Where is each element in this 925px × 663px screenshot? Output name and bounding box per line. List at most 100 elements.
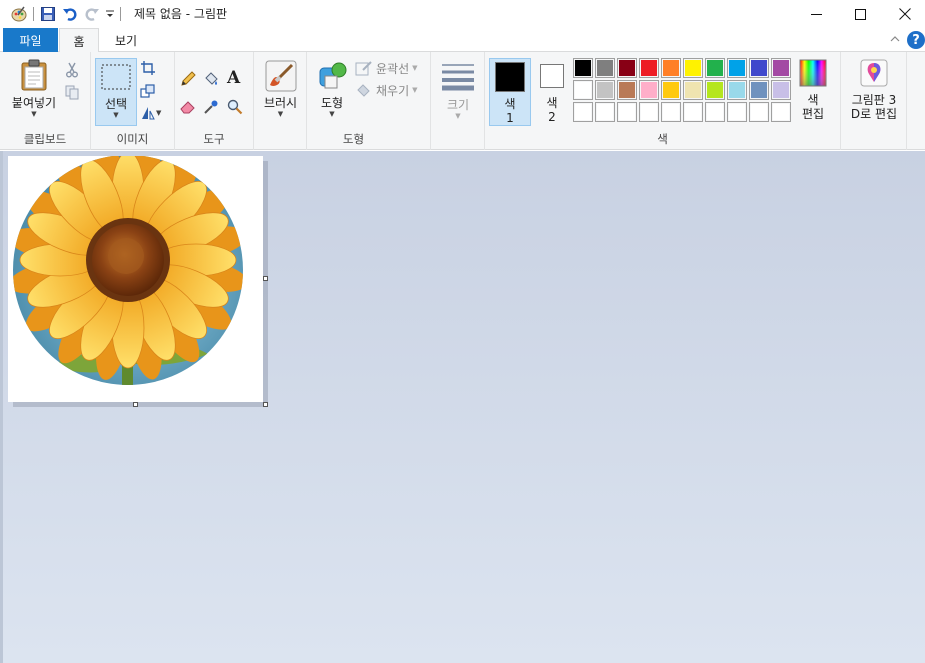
palette-swatch[interactable]	[683, 58, 703, 78]
resize-handle-bottom[interactable]	[133, 402, 138, 407]
brush-icon	[264, 58, 298, 94]
palette-swatch[interactable]	[771, 102, 791, 122]
palette-swatch-fill	[685, 82, 701, 98]
palette-swatch[interactable]	[661, 80, 681, 100]
palette-swatch-fill	[619, 60, 635, 76]
palette-swatch[interactable]	[573, 80, 593, 100]
palette-swatch[interactable]	[749, 80, 769, 100]
palette-swatch[interactable]	[683, 80, 703, 100]
outline-button[interactable]: 윤곽선 ▼	[355, 59, 418, 77]
paste-button[interactable]: 붙여넣기 ▼	[6, 58, 62, 126]
save-icon[interactable]	[37, 4, 59, 24]
resize-handle-right[interactable]	[263, 276, 268, 281]
paint-bucket-icon	[205, 72, 218, 85]
redo-icon[interactable]	[81, 4, 103, 24]
chevron-down-icon: ▼	[277, 110, 284, 118]
line-size-icon	[440, 58, 476, 94]
palette-swatch-fill	[773, 104, 789, 120]
palette-swatch-fill	[641, 104, 657, 120]
edit-colors-button[interactable]: 색 편집	[795, 58, 831, 126]
close-button[interactable]	[882, 0, 925, 28]
brushes-button[interactable]: 브러시 ▼	[258, 58, 303, 126]
palette-swatch[interactable]	[617, 80, 637, 100]
resize-handle-corner[interactable]	[263, 402, 268, 407]
group-label-shapes: 도형	[342, 132, 365, 146]
palette-swatch-fill	[597, 60, 613, 76]
palette-swatch[interactable]	[617, 102, 637, 122]
palette-swatch-fill	[707, 104, 723, 120]
color1-button[interactable]: 색 1	[489, 58, 531, 126]
fill-button[interactable]	[203, 69, 223, 89]
palette-swatch-fill	[707, 82, 723, 98]
palette-swatch[interactable]	[573, 58, 593, 78]
palette-swatch[interactable]	[749, 58, 769, 78]
chevron-down-icon: ▼	[455, 112, 461, 120]
qat-separator	[33, 7, 34, 21]
fill-shape-button[interactable]: 채우기 ▼	[355, 81, 418, 99]
palette-swatch[interactable]	[727, 58, 747, 78]
palette-swatch-fill	[663, 104, 679, 120]
palette-swatch[interactable]	[595, 102, 615, 122]
palette-swatch[interactable]	[661, 102, 681, 122]
minimize-button[interactable]	[793, 0, 839, 28]
palette-swatch[interactable]	[771, 80, 791, 100]
undo-icon[interactable]	[59, 4, 81, 24]
copy-button[interactable]	[64, 82, 84, 102]
shapes-button[interactable]: 도형 ▼	[311, 58, 353, 126]
paint-app-icon[interactable]	[8, 4, 30, 24]
paste-label: 붙여넣기	[11, 96, 57, 110]
cut-button[interactable]	[64, 60, 84, 80]
color2-button[interactable]: 색 2	[535, 58, 569, 126]
shapes-label: 도형	[320, 96, 344, 110]
tab-file[interactable]: 파일	[3, 28, 58, 52]
palette-swatch[interactable]	[617, 58, 637, 78]
copy-icon	[65, 85, 79, 100]
palette-swatch[interactable]	[683, 102, 703, 122]
tab-view[interactable]: 보기	[101, 28, 151, 52]
palette-swatch[interactable]	[595, 58, 615, 78]
color-spectrum-icon	[798, 58, 828, 88]
pencil-button[interactable]	[180, 69, 200, 89]
palette-swatch[interactable]	[639, 80, 659, 100]
tab-home[interactable]: 홈	[59, 28, 99, 53]
left-edge	[0, 151, 3, 663]
palette-swatch[interactable]	[705, 102, 725, 122]
palette-swatch[interactable]	[727, 80, 747, 100]
palette-swatch[interactable]	[573, 102, 593, 122]
shapes-icon	[314, 58, 350, 94]
group-clipboard: 붙여넣기 ▼ 클립보드	[0, 52, 91, 150]
eraser-button[interactable]	[180, 97, 200, 117]
palette-swatch[interactable]	[705, 58, 725, 78]
palette-swatch-fill	[575, 104, 591, 120]
palette-swatch[interactable]	[639, 102, 659, 122]
palette-swatch-fill	[729, 82, 745, 98]
palette-swatch[interactable]	[705, 80, 725, 100]
select-button[interactable]: 선택 ▼	[95, 58, 137, 126]
help-button[interactable]: ?	[907, 31, 925, 49]
customize-qat-icon[interactable]	[103, 4, 117, 24]
size-button[interactable]: 크기 ▼	[437, 58, 479, 126]
crop-button[interactable]	[140, 59, 158, 77]
minimize-ribbon-button[interactable]	[888, 32, 902, 46]
palette-swatch[interactable]	[661, 58, 681, 78]
color-picker-button[interactable]	[203, 97, 223, 117]
color2-num: 2	[548, 110, 556, 124]
palette-swatch-fill	[751, 82, 767, 98]
resize-button[interactable]	[140, 82, 158, 100]
palette-swatch[interactable]	[749, 102, 769, 122]
palette-swatch[interactable]	[595, 80, 615, 100]
palette-swatch[interactable]	[771, 58, 791, 78]
magnifier-button[interactable]	[227, 97, 247, 117]
magnifier-icon	[227, 99, 243, 115]
palette-swatch[interactable]	[727, 102, 747, 122]
palette-swatch[interactable]	[639, 58, 659, 78]
edit-with-paint3d-button[interactable]: 그림판 3 D로 편집	[844, 58, 904, 126]
palette-swatch-fill	[641, 60, 657, 76]
select-rect-icon	[98, 59, 134, 95]
text-button[interactable]: A	[227, 68, 247, 88]
drawing-canvas[interactable]	[8, 155, 263, 402]
canvas-workspace[interactable]	[0, 151, 925, 663]
edit-colors-label-1: 색	[807, 93, 819, 107]
rotate-button[interactable]: ▼	[140, 104, 166, 122]
maximize-button[interactable]	[837, 0, 883, 28]
